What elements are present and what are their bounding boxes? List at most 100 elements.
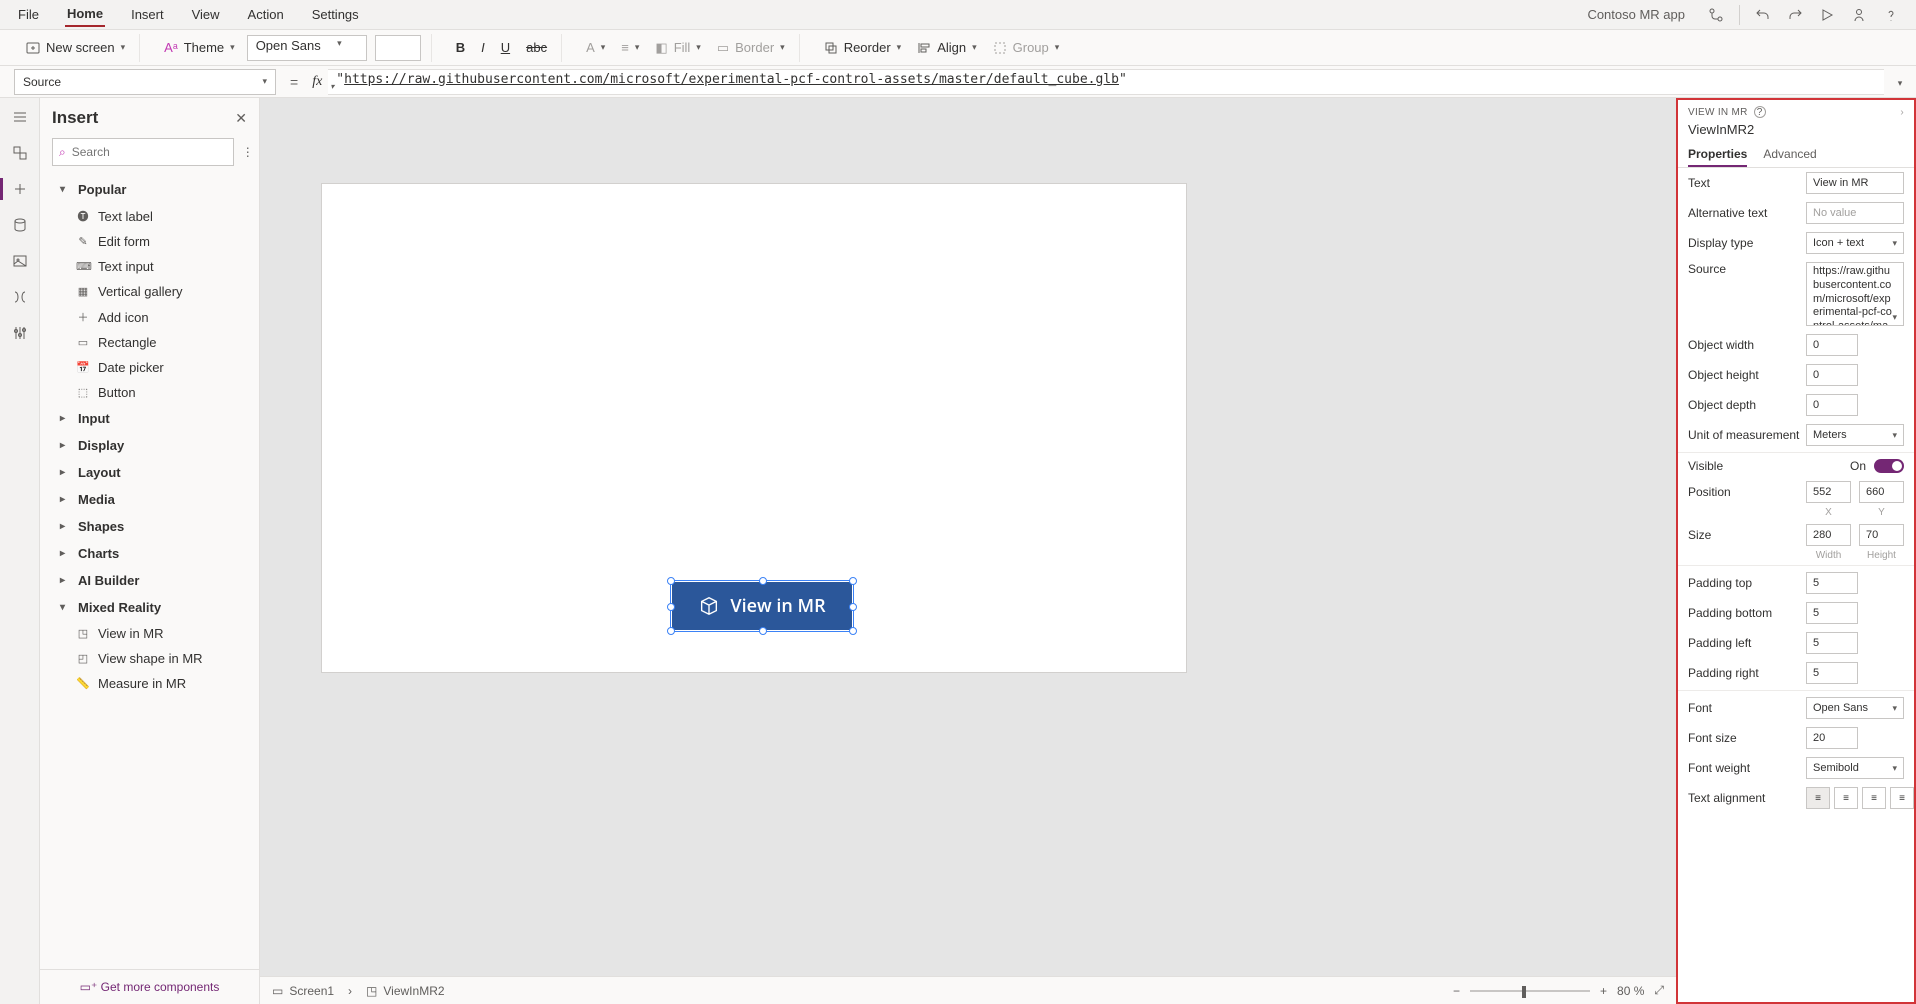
- prop-size-w[interactable]: 280: [1806, 524, 1851, 546]
- rail-media[interactable]: [11, 252, 29, 270]
- prop-objheight-input[interactable]: 0: [1806, 364, 1858, 386]
- more-options-button[interactable]: ⋮: [242, 145, 254, 159]
- font-family-select[interactable]: Open Sans▾: [247, 35, 367, 61]
- strike-button[interactable]: abc: [522, 38, 551, 57]
- item-measure-mr[interactable]: 📏Measure in MR: [40, 671, 259, 696]
- prop-padleft-input[interactable]: 5: [1806, 632, 1858, 654]
- fx-icon[interactable]: fx▾: [306, 74, 328, 90]
- expand-formula-button[interactable]: ▾: [1884, 75, 1916, 89]
- prop-objwidth-input[interactable]: 0: [1806, 334, 1858, 356]
- item-edit-form[interactable]: ✎Edit form: [40, 229, 259, 254]
- git-icon[interactable]: [1707, 6, 1725, 24]
- item-date-picker[interactable]: 📅Date picker: [40, 355, 259, 380]
- formula-input[interactable]: "https://raw.githubusercontent.com/micro…: [328, 69, 1884, 95]
- group-display[interactable]: ▸Display: [40, 432, 259, 459]
- item-add-icon[interactable]: ＋Add icon: [40, 304, 259, 330]
- underline-button[interactable]: U: [497, 38, 514, 57]
- view-in-mr-control[interactable]: View in MR: [672, 582, 852, 630]
- item-view-shape-mr[interactable]: ◰View shape in MR: [40, 646, 259, 671]
- menu-settings[interactable]: Settings: [310, 3, 361, 26]
- group-input[interactable]: ▸Input: [40, 405, 259, 432]
- italic-button[interactable]: I: [477, 38, 489, 57]
- item-rectangle[interactable]: ▭Rectangle: [40, 330, 259, 355]
- group-media[interactable]: ▸Media: [40, 486, 259, 513]
- prop-pos-x[interactable]: 552: [1806, 481, 1851, 503]
- rail-data[interactable]: [11, 216, 29, 234]
- group-ai-builder[interactable]: ▸AI Builder: [40, 567, 259, 594]
- expand-panel-button[interactable]: ›: [1900, 107, 1904, 118]
- menu-file[interactable]: File: [16, 3, 41, 26]
- font-color-button[interactable]: A▾: [582, 38, 609, 57]
- canvas-area[interactable]: View in MR: [260, 98, 1676, 976]
- prop-fontweight-select[interactable]: Semibold▾: [1806, 757, 1904, 779]
- breadcrumb-control[interactable]: ◳ViewInMR2: [366, 984, 444, 998]
- prop-padright-input[interactable]: 5: [1806, 662, 1858, 684]
- prop-alt-input[interactable]: No value: [1806, 202, 1904, 224]
- fill-button[interactable]: ◧ Fill▾: [651, 38, 704, 58]
- breadcrumb-screen[interactable]: ▭Screen1: [272, 984, 334, 998]
- border-button[interactable]: ▭ Border▾: [713, 38, 789, 58]
- item-text-input[interactable]: ⌨Text input: [40, 254, 259, 279]
- group-shapes[interactable]: ▸Shapes: [40, 513, 259, 540]
- prop-unit-select[interactable]: Meters▾: [1806, 424, 1904, 446]
- close-panel-button[interactable]: ✕: [235, 110, 247, 127]
- artboard-screen1[interactable]: View in MR: [322, 184, 1186, 672]
- prop-source-input[interactable]: https://raw.githubusercontent.com/micros…: [1806, 262, 1904, 326]
- property-selector[interactable]: Source ▾: [14, 69, 276, 95]
- control-name[interactable]: ViewInMR2: [1678, 120, 1914, 143]
- menu-home[interactable]: Home: [65, 2, 105, 27]
- item-button[interactable]: ⬚Button: [40, 380, 259, 405]
- zoom-out-button[interactable]: −: [1453, 984, 1460, 998]
- redo-icon[interactable]: [1786, 6, 1804, 24]
- align-justify-button[interactable]: ≡: [1890, 787, 1914, 809]
- fit-to-window-button[interactable]: ⤢: [1654, 983, 1664, 998]
- rail-advanced-tools[interactable]: [11, 324, 29, 342]
- rail-insert[interactable]: [11, 180, 29, 198]
- item-text-label[interactable]: 🅣Text label: [40, 203, 259, 229]
- rail-tree-view[interactable]: [11, 144, 29, 162]
- tab-advanced[interactable]: Advanced: [1763, 143, 1816, 167]
- prop-text-input[interactable]: View in MR: [1806, 172, 1904, 194]
- theme-button[interactable]: Aᵃ Theme ▾: [160, 38, 239, 57]
- group-mixed-reality[interactable]: ▾Mixed Reality: [40, 594, 259, 621]
- help-icon[interactable]: ?: [1754, 106, 1766, 118]
- group-layout[interactable]: ▸Layout: [40, 459, 259, 486]
- item-vertical-gallery[interactable]: ▦Vertical gallery: [40, 279, 259, 304]
- play-icon[interactable]: [1818, 6, 1836, 24]
- menu-view[interactable]: View: [190, 3, 222, 26]
- zoom-in-button[interactable]: +: [1600, 984, 1607, 998]
- bold-button[interactable]: B: [452, 38, 469, 57]
- align-right-button[interactable]: ≡: [1862, 787, 1886, 809]
- group-button[interactable]: Group▾: [989, 38, 1064, 57]
- align-button[interactable]: Align▾: [913, 38, 980, 57]
- share-icon[interactable]: [1850, 6, 1868, 24]
- prop-size-h[interactable]: 70: [1859, 524, 1904, 546]
- zoom-slider[interactable]: [1470, 990, 1590, 992]
- new-screen-button[interactable]: New screen ▾: [22, 38, 129, 57]
- text-align-button[interactable]: ≡▾: [617, 38, 643, 57]
- align-center-button[interactable]: ≡: [1834, 787, 1858, 809]
- menu-action[interactable]: Action: [246, 3, 286, 26]
- prop-padtop-input[interactable]: 5: [1806, 572, 1858, 594]
- get-more-components[interactable]: ▭⁺ Get more components: [40, 969, 259, 1004]
- prop-font-select[interactable]: Open Sans▾: [1806, 697, 1904, 719]
- item-view-in-mr[interactable]: ◳View in MR: [40, 621, 259, 646]
- group-popular[interactable]: ▾Popular: [40, 176, 259, 203]
- font-size-input[interactable]: [375, 35, 421, 61]
- undo-icon[interactable]: [1754, 6, 1772, 24]
- prop-padbottom-input[interactable]: 5: [1806, 602, 1858, 624]
- rail-variables[interactable]: [11, 288, 29, 306]
- tab-properties[interactable]: Properties: [1688, 143, 1747, 167]
- prop-pos-y[interactable]: 660: [1859, 481, 1904, 503]
- prop-visible-toggle[interactable]: [1874, 459, 1904, 473]
- prop-display-type-select[interactable]: Icon + text▾: [1806, 232, 1904, 254]
- prop-fontsize-input[interactable]: 20: [1806, 727, 1858, 749]
- prop-objdepth-input[interactable]: 0: [1806, 394, 1858, 416]
- menu-insert[interactable]: Insert: [129, 3, 166, 26]
- help-icon[interactable]: [1882, 6, 1900, 24]
- align-left-button[interactable]: ≡: [1806, 787, 1830, 809]
- insert-search-box[interactable]: ⌕: [52, 138, 234, 166]
- group-charts[interactable]: ▸Charts: [40, 540, 259, 567]
- rail-hamburger[interactable]: [11, 108, 29, 126]
- insert-search-input[interactable]: [72, 145, 227, 159]
